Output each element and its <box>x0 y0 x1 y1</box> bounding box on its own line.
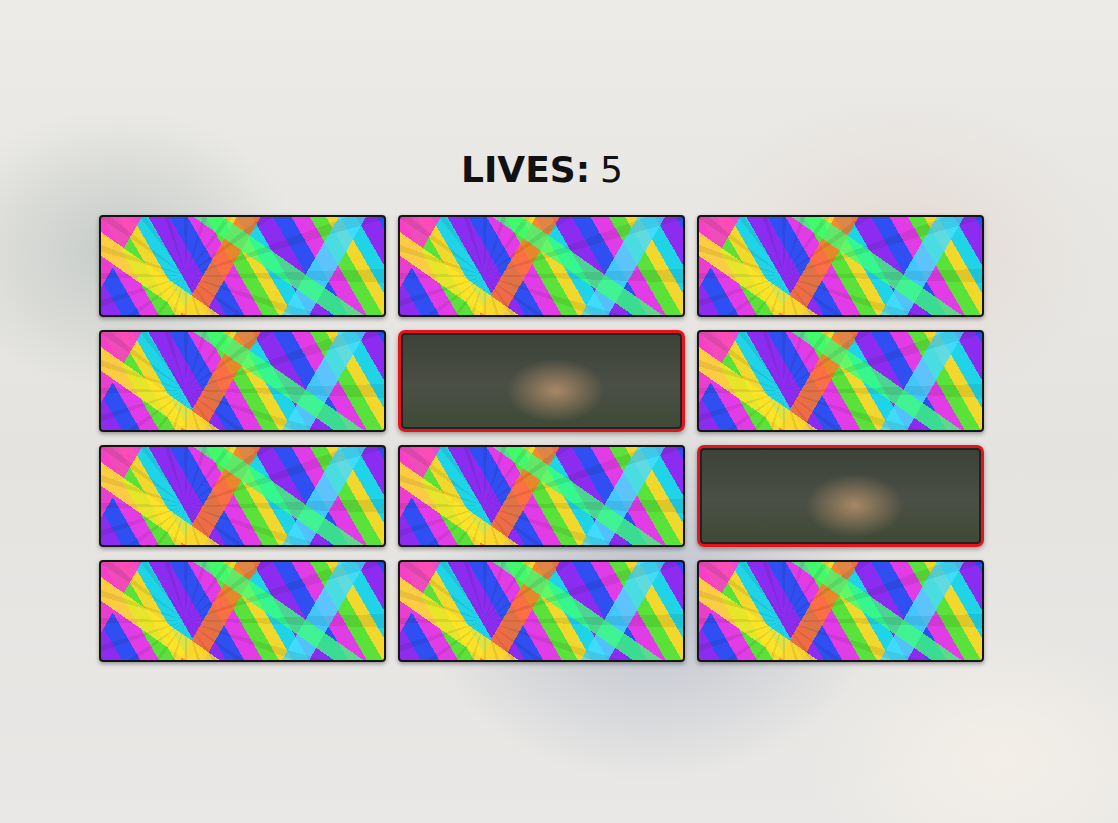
lives-value: 5 <box>600 148 623 191</box>
card-hidden[interactable] <box>99 560 386 662</box>
card-hidden[interactable] <box>697 330 984 432</box>
card-hidden[interactable] <box>398 445 685 547</box>
card-grid <box>99 215 985 662</box>
card-hidden[interactable] <box>99 445 386 547</box>
card-hidden[interactable] <box>697 215 984 317</box>
lives-label: LIVES: <box>461 148 590 191</box>
lives-counter: LIVES:5 <box>461 148 623 191</box>
game-board: LIVES:5 <box>99 148 985 662</box>
card-hidden[interactable] <box>398 215 685 317</box>
card-hidden[interactable] <box>99 215 386 317</box>
card-revealed[interactable] <box>398 330 685 432</box>
card-revealed[interactable] <box>697 445 984 547</box>
card-hidden[interactable] <box>99 330 386 432</box>
card-hidden[interactable] <box>697 560 984 662</box>
game-page: LIVES:5 <box>0 0 1118 823</box>
card-hidden[interactable] <box>398 560 685 662</box>
